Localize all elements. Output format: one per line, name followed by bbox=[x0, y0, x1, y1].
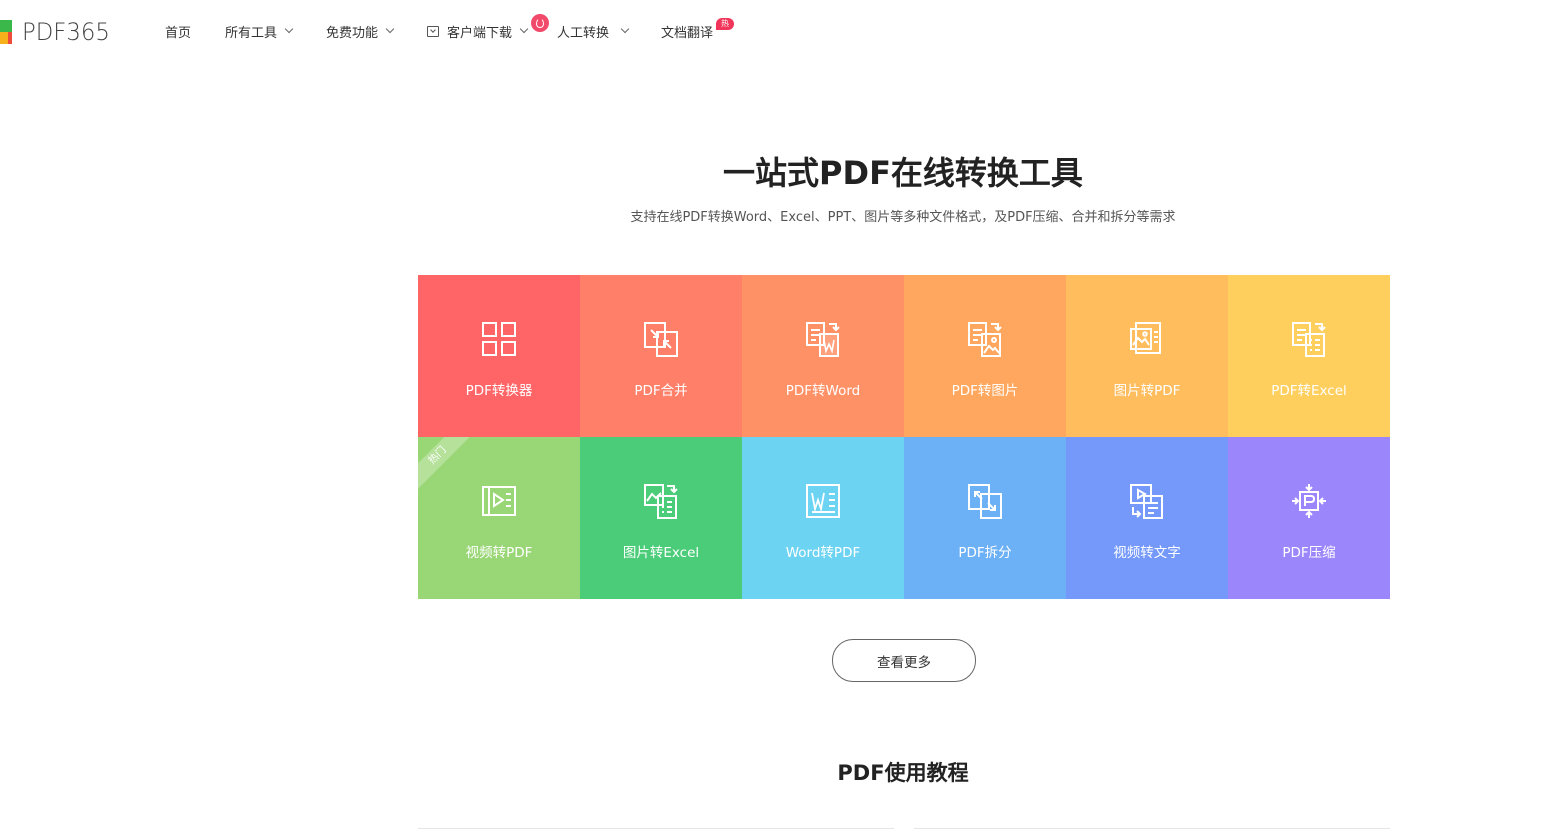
tool-tile-pdf-merge[interactable]: PDF合并 bbox=[580, 275, 742, 437]
tutorial-section-title: PDF使用教程 bbox=[837, 761, 969, 785]
page-title: 一站式PDF在线转换工具 bbox=[723, 154, 1083, 192]
download-icon bbox=[427, 25, 439, 37]
compress-icon bbox=[1292, 484, 1326, 518]
pdf-to-word-icon bbox=[806, 322, 840, 357]
logo-mark-icon bbox=[0, 20, 12, 44]
tool-tile-word-to-pdf[interactable]: Word转PDF bbox=[742, 437, 904, 599]
tutorial-card-right[interactable] bbox=[914, 828, 1390, 832]
nav-free-features[interactable]: 免费功能 bbox=[326, 22, 395, 41]
tool-grid: PDF转换器 PDF合并 PDF转Word PDF转图片 图片转PDF PDF转… bbox=[418, 275, 1390, 599]
tool-label: PDF转换器 bbox=[465, 383, 533, 399]
video-to-text-icon bbox=[1130, 484, 1163, 519]
nav-home[interactable]: 首页 bbox=[165, 22, 192, 41]
tutorial-card-left[interactable] bbox=[418, 828, 894, 832]
tool-tile-pdf-to-word[interactable]: PDF转Word bbox=[742, 275, 904, 437]
logo[interactable]: PDF365 bbox=[0, 18, 115, 46]
nav-manual-convert-label: 人工转换 bbox=[557, 25, 610, 41]
word-to-pdf-icon bbox=[806, 484, 840, 518]
split-icon bbox=[968, 484, 1002, 519]
top-navigation-bar: PDF365 首页 所有工具 免费功能 客户端下载 人工转换 文档翻译 热门 bbox=[0, 0, 1556, 62]
tool-label: PDF转Word bbox=[785, 383, 861, 399]
tool-tile-pdf-converter[interactable]: PDF转换器 bbox=[418, 275, 580, 437]
tool-label: 视频转文字 bbox=[1113, 545, 1181, 561]
tool-tile-video-to-pdf[interactable]: 热门 视频转PDF bbox=[418, 437, 580, 599]
image-to-excel-icon bbox=[644, 484, 678, 519]
tool-label: Word转PDF bbox=[785, 545, 861, 561]
nav-doc-translate[interactable]: 文档翻译 bbox=[661, 22, 714, 41]
chevron-down-icon bbox=[385, 24, 395, 34]
hot-ribbon: 热门 bbox=[418, 437, 475, 493]
tool-label: PDF转Excel bbox=[1271, 383, 1347, 399]
chevron-down-icon bbox=[519, 24, 529, 34]
video-to-pdf-icon bbox=[482, 486, 516, 516]
nav-all-tools-label: 所有工具 bbox=[225, 25, 278, 41]
grid-icon bbox=[482, 322, 516, 356]
nav-client-download-label: 客户端下载 bbox=[447, 25, 513, 41]
image-to-pdf-icon bbox=[1130, 322, 1161, 354]
tool-tile-pdf-to-excel[interactable]: PDF转Excel bbox=[1228, 275, 1390, 437]
view-more-button[interactable]: 查看更多 bbox=[832, 639, 976, 682]
chevron-down-icon bbox=[284, 24, 294, 34]
chevron-down-icon bbox=[620, 24, 630, 34]
tool-tile-pdf-compress[interactable]: PDF压缩 bbox=[1228, 437, 1390, 599]
nav-home-label: 首页 bbox=[165, 25, 192, 41]
nav-client-download[interactable]: 客户端下载 bbox=[427, 22, 529, 41]
merge-icon bbox=[644, 322, 678, 357]
tool-label: PDF拆分 bbox=[958, 545, 1012, 561]
tool-tile-video-to-text[interactable]: 视频转文字 bbox=[1066, 437, 1228, 599]
tool-tile-image-to-pdf[interactable]: 图片转PDF bbox=[1066, 275, 1228, 437]
nav-manual-convert[interactable]: 人工转换 bbox=[557, 22, 630, 41]
tool-label: 视频转PDF bbox=[465, 545, 533, 561]
nav-all-tools[interactable]: 所有工具 bbox=[225, 22, 294, 41]
nav-free-features-label: 免费功能 bbox=[326, 25, 379, 41]
tool-label: 图片转Excel bbox=[622, 545, 700, 561]
fire-icon bbox=[531, 14, 549, 32]
tool-tile-image-to-excel[interactable]: 图片转Excel bbox=[580, 437, 742, 599]
pdf-to-excel-icon bbox=[1292, 322, 1326, 357]
tool-label: 图片转PDF bbox=[1113, 383, 1181, 399]
hot-badge: 热门 bbox=[716, 18, 734, 40]
page-subtitle: 支持在线PDF转换Word、Excel、PPT、图片等多种文件格式，及PDF压缩… bbox=[630, 210, 1176, 225]
tool-label: PDF合并 bbox=[634, 383, 688, 399]
tool-label: PDF转图片 bbox=[951, 383, 1019, 399]
tool-label: PDF压缩 bbox=[1282, 545, 1336, 561]
tool-tile-pdf-to-image[interactable]: PDF转图片 bbox=[904, 275, 1066, 437]
nav-doc-translate-label: 文档翻译 bbox=[661, 25, 714, 41]
tool-tile-pdf-split[interactable]: PDF拆分 bbox=[904, 437, 1066, 599]
pdf-to-image-icon bbox=[968, 322, 1002, 357]
logo-text: PDF365 bbox=[22, 18, 110, 46]
